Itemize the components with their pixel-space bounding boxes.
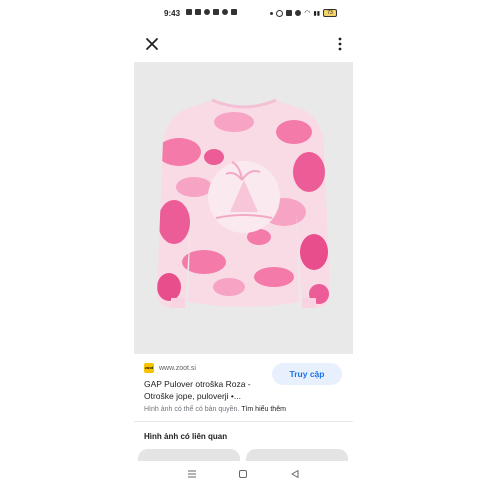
notification-icon bbox=[186, 9, 192, 15]
notification-icon bbox=[231, 9, 237, 15]
learn-more-link[interactable]: Tìm hiểu thêm bbox=[241, 406, 286, 413]
notification-icon bbox=[204, 9, 210, 15]
eye-icon bbox=[295, 10, 302, 16]
product-image[interactable] bbox=[134, 62, 353, 354]
source-domain: www.zoot.si bbox=[159, 364, 196, 372]
battery-icon: 73 bbox=[323, 9, 337, 17]
notification-icons bbox=[186, 9, 237, 15]
copyright-notice: Hình ảnh có thể có bản quyền. Tìm hiểu t… bbox=[144, 406, 286, 413]
notification-icon bbox=[213, 9, 219, 15]
site-favicon: zoot bbox=[144, 363, 154, 373]
related-images-heading: Hình ảnh có liên quan bbox=[144, 432, 228, 441]
phone-screen: 9:43 ◠ ▮▮ 73 zoot www.zoot.si Truy cập G… bbox=[134, 0, 353, 486]
notification-icon bbox=[195, 9, 201, 15]
visit-button[interactable]: Truy cập bbox=[272, 363, 342, 385]
dot-icon bbox=[270, 11, 274, 15]
top-bar bbox=[134, 30, 353, 58]
copyright-text: Hình ảnh có thể có bản quyền. bbox=[144, 406, 240, 413]
alarm-icon bbox=[276, 9, 284, 17]
related-image-thumbnail[interactable] bbox=[138, 449, 240, 461]
source-row[interactable]: zoot www.zoot.si bbox=[144, 362, 196, 374]
signal-icon: ▮▮ bbox=[313, 10, 320, 17]
notification-icon bbox=[222, 9, 228, 15]
back-nav-icon[interactable] bbox=[289, 468, 301, 480]
sweater-image bbox=[134, 62, 353, 354]
system-nav-bar bbox=[134, 462, 353, 486]
status-bar: 9:43 ◠ ▮▮ 73 bbox=[134, 6, 353, 22]
more-vert-icon[interactable] bbox=[335, 36, 345, 52]
related-image-thumbnail[interactable] bbox=[246, 449, 348, 461]
status-time: 9:43 bbox=[164, 9, 181, 18]
wifi-icon: ◠ bbox=[304, 10, 311, 17]
close-icon[interactable] bbox=[144, 36, 160, 52]
menu-nav-icon[interactable] bbox=[186, 468, 198, 480]
vpn-icon bbox=[286, 10, 293, 16]
system-icons: ◠ ▮▮ 73 bbox=[270, 9, 337, 17]
result-title[interactable]: GAP Pulover otroška Roza - Otroške jope,… bbox=[144, 378, 272, 402]
home-nav-icon[interactable] bbox=[237, 468, 249, 480]
divider bbox=[134, 421, 353, 422]
